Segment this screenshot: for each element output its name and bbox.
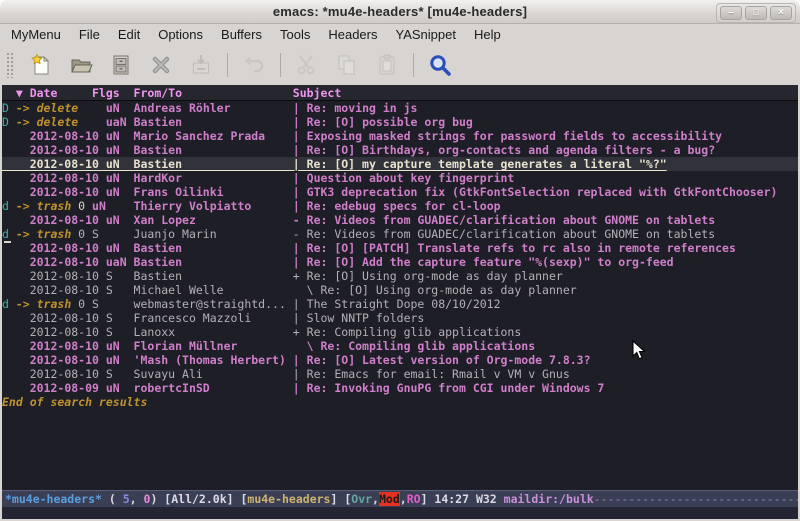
frame-body: ▼ Date Flgs From/To Subject D -> delete … — [0, 85, 800, 521]
message-row[interactable]: 2012-08-10 S Suvayu Ali | Re: Emacs for … — [2, 367, 798, 381]
message-row[interactable]: d -> trash 0 uN Thierry Volpiatto | Re: … — [2, 199, 798, 213]
menu-bar: MyMenuFileEditOptionsBuffersToolsHeaders… — [0, 24, 800, 45]
menu-item-yasnippet[interactable]: YASnippet — [386, 25, 464, 44]
menu-item-edit[interactable]: Edit — [109, 25, 149, 44]
message-row[interactable]: D -> delete uN Andreas Röhler | Re: movi… — [2, 101, 798, 115]
minimize-button[interactable]: – — [720, 6, 742, 20]
message-row[interactable]: 2012-08-10 uN Xan Lopez - Re: Videos fro… — [2, 213, 798, 227]
toolbar — [0, 45, 800, 85]
message-row[interactable]: D -> delete uaN Bastien | Re: [O] possib… — [2, 115, 798, 129]
maximize-button[interactable]: □ — [745, 6, 767, 20]
menu-item-tools[interactable]: Tools — [271, 25, 319, 44]
message-row[interactable]: 2012-08-10 uN Mario Sanchez Prada | Expo… — [2, 129, 798, 143]
toolbar-drag-handle[interactable] — [6, 52, 15, 78]
end-of-results: End of search results — [2, 395, 798, 409]
close-buffer-icon[interactable] — [141, 49, 181, 81]
menu-item-headers[interactable]: Headers — [319, 25, 386, 44]
undo-icon — [234, 49, 274, 81]
menu-item-options[interactable]: Options — [149, 25, 212, 44]
message-row[interactable]: d -> trash 0 S webmaster@straightd... | … — [2, 297, 798, 311]
message-row[interactable]: 2012-08-10 S Lanoxx + Re: Compiling glib… — [2, 325, 798, 339]
message-row[interactable]: 2012-08-10 uN Bastien | Re: [O] [PATCH] … — [2, 241, 798, 255]
mode-line: *mu4e-headers* ( 5, 0) [All/2.0k] [mu4e-… — [2, 490, 798, 507]
menu-item-mymenu[interactable]: MyMenu — [2, 25, 70, 44]
point-cursor — [4, 241, 11, 243]
window-controls: –□× — [716, 3, 796, 23]
message-row[interactable]: 2012-08-10 uN HardKor | Question about k… — [2, 171, 798, 185]
search-icon[interactable] — [420, 49, 460, 81]
echo-area[interactable] — [2, 507, 798, 519]
column-header-text: ▼ Date Flgs From/To Subject — [2, 86, 341, 100]
message-list: D -> delete uN Andreas Röhler | Re: movi… — [2, 101, 798, 395]
message-row[interactable]: 2012-08-10 S Francesco Mazzoli | Slow NN… — [2, 311, 798, 325]
message-row[interactable]: 2012-08-10 S Michael Welle \ Re: [O] Usi… — [2, 283, 798, 297]
message-row[interactable]: 2012-08-09 uN robertcInSD | Re: Invoking… — [2, 381, 798, 395]
emacs-window: emacs: *mu4e-headers* [mu4e-headers] –□×… — [0, 0, 800, 521]
toolbar-separator — [413, 53, 414, 77]
save-buffer-icon — [181, 49, 221, 81]
message-row[interactable]: 2012-08-10 uN Frans Oilinki | GTK3 depre… — [2, 185, 798, 199]
message-row[interactable]: 2012-08-10 uN Bastien | Re: [O] Birthday… — [2, 143, 798, 157]
cut-icon — [287, 49, 327, 81]
toolbar-separator — [227, 53, 228, 77]
toolbar-separator — [280, 53, 281, 77]
message-row[interactable]: 2012-08-10 uN Florian Müllner \ Re: Comp… — [2, 339, 798, 353]
message-row[interactable]: 2012-08-10 S Bastien + Re: [O] Using org… — [2, 269, 798, 283]
file-cabinet-icon[interactable] — [101, 49, 141, 81]
message-row[interactable]: 2012-08-10 uN 'Mash (Thomas Herbert) | R… — [2, 353, 798, 367]
menu-item-buffers[interactable]: Buffers — [212, 25, 271, 44]
open-folder-icon[interactable] — [61, 49, 101, 81]
message-row-current[interactable]: 2012-08-10 uN Bastien | Re: [O] my captu… — [2, 157, 798, 171]
menu-item-help[interactable]: Help — [465, 25, 510, 44]
new-file-icon[interactable] — [21, 49, 61, 81]
title-bar[interactable]: emacs: *mu4e-headers* [mu4e-headers] –□× — [0, 0, 800, 24]
paste-icon — [367, 49, 407, 81]
headers-column-header[interactable]: ▼ Date Flgs From/To Subject — [2, 85, 798, 101]
message-row[interactable]: 2012-08-10 uaN Bastien | Re: [O] Add the… — [2, 255, 798, 269]
close-button[interactable]: × — [770, 6, 792, 20]
window-title: emacs: *mu4e-headers* [mu4e-headers] — [273, 4, 527, 19]
mu4e-headers-buffer[interactable]: ▼ Date Flgs From/To Subject D -> delete … — [2, 85, 798, 490]
menu-item-file[interactable]: File — [70, 25, 109, 44]
message-row[interactable]: d -> trash 0 S Juanjo Marin - Re: Videos… — [2, 227, 798, 241]
copy-icon — [327, 49, 367, 81]
